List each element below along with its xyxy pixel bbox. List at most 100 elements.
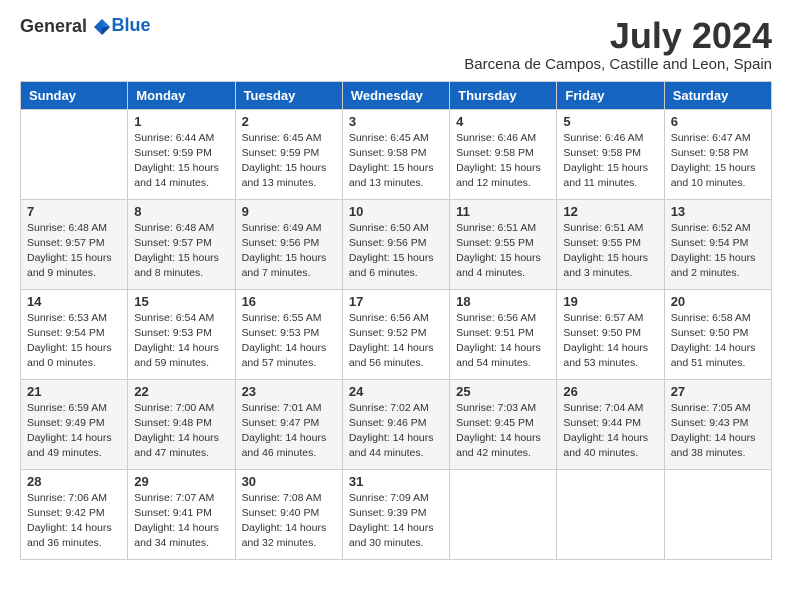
calendar-cell: 19 Sunrise: 6:57 AMSunset: 9:50 PMDaylig… (557, 289, 664, 379)
calendar-body: 1 Sunrise: 6:44 AMSunset: 9:59 PMDayligh… (21, 109, 772, 559)
calendar-cell: 12 Sunrise: 6:51 AMSunset: 9:55 PMDaylig… (557, 199, 664, 289)
day-detail: Sunrise: 7:07 AMSunset: 9:41 PMDaylight:… (134, 491, 228, 552)
day-number: 28 (27, 474, 121, 489)
calendar-header-row: SundayMondayTuesdayWednesdayThursdayFrid… (21, 81, 772, 109)
calendar-cell (450, 469, 557, 559)
day-number: 16 (242, 294, 336, 309)
calendar-table: SundayMondayTuesdayWednesdayThursdayFrid… (20, 81, 772, 560)
day-number: 3 (349, 114, 443, 129)
calendar-cell: 2 Sunrise: 6:45 AMSunset: 9:59 PMDayligh… (235, 109, 342, 199)
day-detail: Sunrise: 6:50 AMSunset: 9:56 PMDaylight:… (349, 221, 443, 282)
day-detail: Sunrise: 6:44 AMSunset: 9:59 PMDaylight:… (134, 131, 228, 192)
calendar-cell: 28 Sunrise: 7:06 AMSunset: 9:42 PMDaylig… (21, 469, 128, 559)
day-number: 13 (671, 204, 765, 219)
calendar-cell: 10 Sunrise: 6:50 AMSunset: 9:56 PMDaylig… (342, 199, 449, 289)
week-row: 7 Sunrise: 6:48 AMSunset: 9:57 PMDayligh… (21, 199, 772, 289)
day-number: 17 (349, 294, 443, 309)
day-detail: Sunrise: 6:52 AMSunset: 9:54 PMDaylight:… (671, 221, 765, 282)
day-detail: Sunrise: 6:46 AMSunset: 9:58 PMDaylight:… (563, 131, 657, 192)
day-number: 21 (27, 384, 121, 399)
weekday-header: Sunday (21, 81, 128, 109)
day-detail: Sunrise: 6:53 AMSunset: 9:54 PMDaylight:… (27, 311, 121, 372)
day-number: 12 (563, 204, 657, 219)
calendar-cell: 26 Sunrise: 7:04 AMSunset: 9:44 PMDaylig… (557, 379, 664, 469)
day-detail: Sunrise: 6:56 AMSunset: 9:52 PMDaylight:… (349, 311, 443, 372)
calendar-cell: 4 Sunrise: 6:46 AMSunset: 9:58 PMDayligh… (450, 109, 557, 199)
calendar-cell: 3 Sunrise: 6:45 AMSunset: 9:58 PMDayligh… (342, 109, 449, 199)
calendar-cell: 27 Sunrise: 7:05 AMSunset: 9:43 PMDaylig… (664, 379, 771, 469)
month-title: July 2024 (464, 16, 772, 56)
day-detail: Sunrise: 7:04 AMSunset: 9:44 PMDaylight:… (563, 401, 657, 462)
day-number: 27 (671, 384, 765, 399)
day-detail: Sunrise: 6:45 AMSunset: 9:59 PMDaylight:… (242, 131, 336, 192)
location-title: Barcena de Campos, Castille and Leon, Sp… (464, 56, 772, 73)
day-number: 23 (242, 384, 336, 399)
day-number: 20 (671, 294, 765, 309)
calendar-cell: 31 Sunrise: 7:09 AMSunset: 9:39 PMDaylig… (342, 469, 449, 559)
weekday-header: Tuesday (235, 81, 342, 109)
day-number: 25 (456, 384, 550, 399)
day-detail: Sunrise: 6:58 AMSunset: 9:50 PMDaylight:… (671, 311, 765, 372)
calendar-cell: 14 Sunrise: 6:53 AMSunset: 9:54 PMDaylig… (21, 289, 128, 379)
day-detail: Sunrise: 7:08 AMSunset: 9:40 PMDaylight:… (242, 491, 336, 552)
day-detail: Sunrise: 6:46 AMSunset: 9:58 PMDaylight:… (456, 131, 550, 192)
weekday-header: Friday (557, 81, 664, 109)
day-detail: Sunrise: 6:54 AMSunset: 9:53 PMDaylight:… (134, 311, 228, 372)
week-row: 28 Sunrise: 7:06 AMSunset: 9:42 PMDaylig… (21, 469, 772, 559)
day-number: 6 (671, 114, 765, 129)
day-number: 18 (456, 294, 550, 309)
day-detail: Sunrise: 6:51 AMSunset: 9:55 PMDaylight:… (563, 221, 657, 282)
day-detail: Sunrise: 6:48 AMSunset: 9:57 PMDaylight:… (134, 221, 228, 282)
calendar-cell: 23 Sunrise: 7:01 AMSunset: 9:47 PMDaylig… (235, 379, 342, 469)
day-detail: Sunrise: 6:49 AMSunset: 9:56 PMDaylight:… (242, 221, 336, 282)
title-area: July 2024 Barcena de Campos, Castille an… (464, 16, 772, 73)
day-detail: Sunrise: 7:05 AMSunset: 9:43 PMDaylight:… (671, 401, 765, 462)
calendar-cell: 22 Sunrise: 7:00 AMSunset: 9:48 PMDaylig… (128, 379, 235, 469)
calendar-cell: 21 Sunrise: 6:59 AMSunset: 9:49 PMDaylig… (21, 379, 128, 469)
day-detail: Sunrise: 6:57 AMSunset: 9:50 PMDaylight:… (563, 311, 657, 372)
day-number: 26 (563, 384, 657, 399)
calendar-cell: 29 Sunrise: 7:07 AMSunset: 9:41 PMDaylig… (128, 469, 235, 559)
logo-icon (92, 17, 112, 37)
day-number: 14 (27, 294, 121, 309)
page-header: General Blue July 2024 Barcena de Campos… (20, 16, 772, 73)
day-detail: Sunrise: 6:48 AMSunset: 9:57 PMDaylight:… (27, 221, 121, 282)
day-detail: Sunrise: 6:47 AMSunset: 9:58 PMDaylight:… (671, 131, 765, 192)
day-number: 24 (349, 384, 443, 399)
logo-blue-label: Blue (112, 15, 151, 36)
day-detail: Sunrise: 6:45 AMSunset: 9:58 PMDaylight:… (349, 131, 443, 192)
calendar-cell: 16 Sunrise: 6:55 AMSunset: 9:53 PMDaylig… (235, 289, 342, 379)
week-row: 14 Sunrise: 6:53 AMSunset: 9:54 PMDaylig… (21, 289, 772, 379)
calendar-cell (557, 469, 664, 559)
day-detail: Sunrise: 6:56 AMSunset: 9:51 PMDaylight:… (456, 311, 550, 372)
calendar-cell (664, 469, 771, 559)
day-number: 5 (563, 114, 657, 129)
day-number: 22 (134, 384, 228, 399)
day-detail: Sunrise: 7:06 AMSunset: 9:42 PMDaylight:… (27, 491, 121, 552)
weekday-header: Saturday (664, 81, 771, 109)
day-number: 2 (242, 114, 336, 129)
day-number: 31 (349, 474, 443, 489)
day-number: 8 (134, 204, 228, 219)
day-detail: Sunrise: 7:09 AMSunset: 9:39 PMDaylight:… (349, 491, 443, 552)
day-number: 29 (134, 474, 228, 489)
day-detail: Sunrise: 7:02 AMSunset: 9:46 PMDaylight:… (349, 401, 443, 462)
day-number: 15 (134, 294, 228, 309)
day-number: 4 (456, 114, 550, 129)
day-number: 1 (134, 114, 228, 129)
calendar-cell: 15 Sunrise: 6:54 AMSunset: 9:53 PMDaylig… (128, 289, 235, 379)
day-number: 19 (563, 294, 657, 309)
day-detail: Sunrise: 7:03 AMSunset: 9:45 PMDaylight:… (456, 401, 550, 462)
calendar-cell: 17 Sunrise: 6:56 AMSunset: 9:52 PMDaylig… (342, 289, 449, 379)
logo: General Blue (20, 16, 151, 39)
calendar-cell: 8 Sunrise: 6:48 AMSunset: 9:57 PMDayligh… (128, 199, 235, 289)
day-detail: Sunrise: 7:00 AMSunset: 9:48 PMDaylight:… (134, 401, 228, 462)
day-number: 7 (27, 204, 121, 219)
day-detail: Sunrise: 6:59 AMSunset: 9:49 PMDaylight:… (27, 401, 121, 462)
calendar-cell: 25 Sunrise: 7:03 AMSunset: 9:45 PMDaylig… (450, 379, 557, 469)
calendar-cell: 18 Sunrise: 6:56 AMSunset: 9:51 PMDaylig… (450, 289, 557, 379)
weekday-header: Wednesday (342, 81, 449, 109)
calendar-cell: 5 Sunrise: 6:46 AMSunset: 9:58 PMDayligh… (557, 109, 664, 199)
calendar-cell: 6 Sunrise: 6:47 AMSunset: 9:58 PMDayligh… (664, 109, 771, 199)
logo-general-label: General (20, 16, 87, 36)
